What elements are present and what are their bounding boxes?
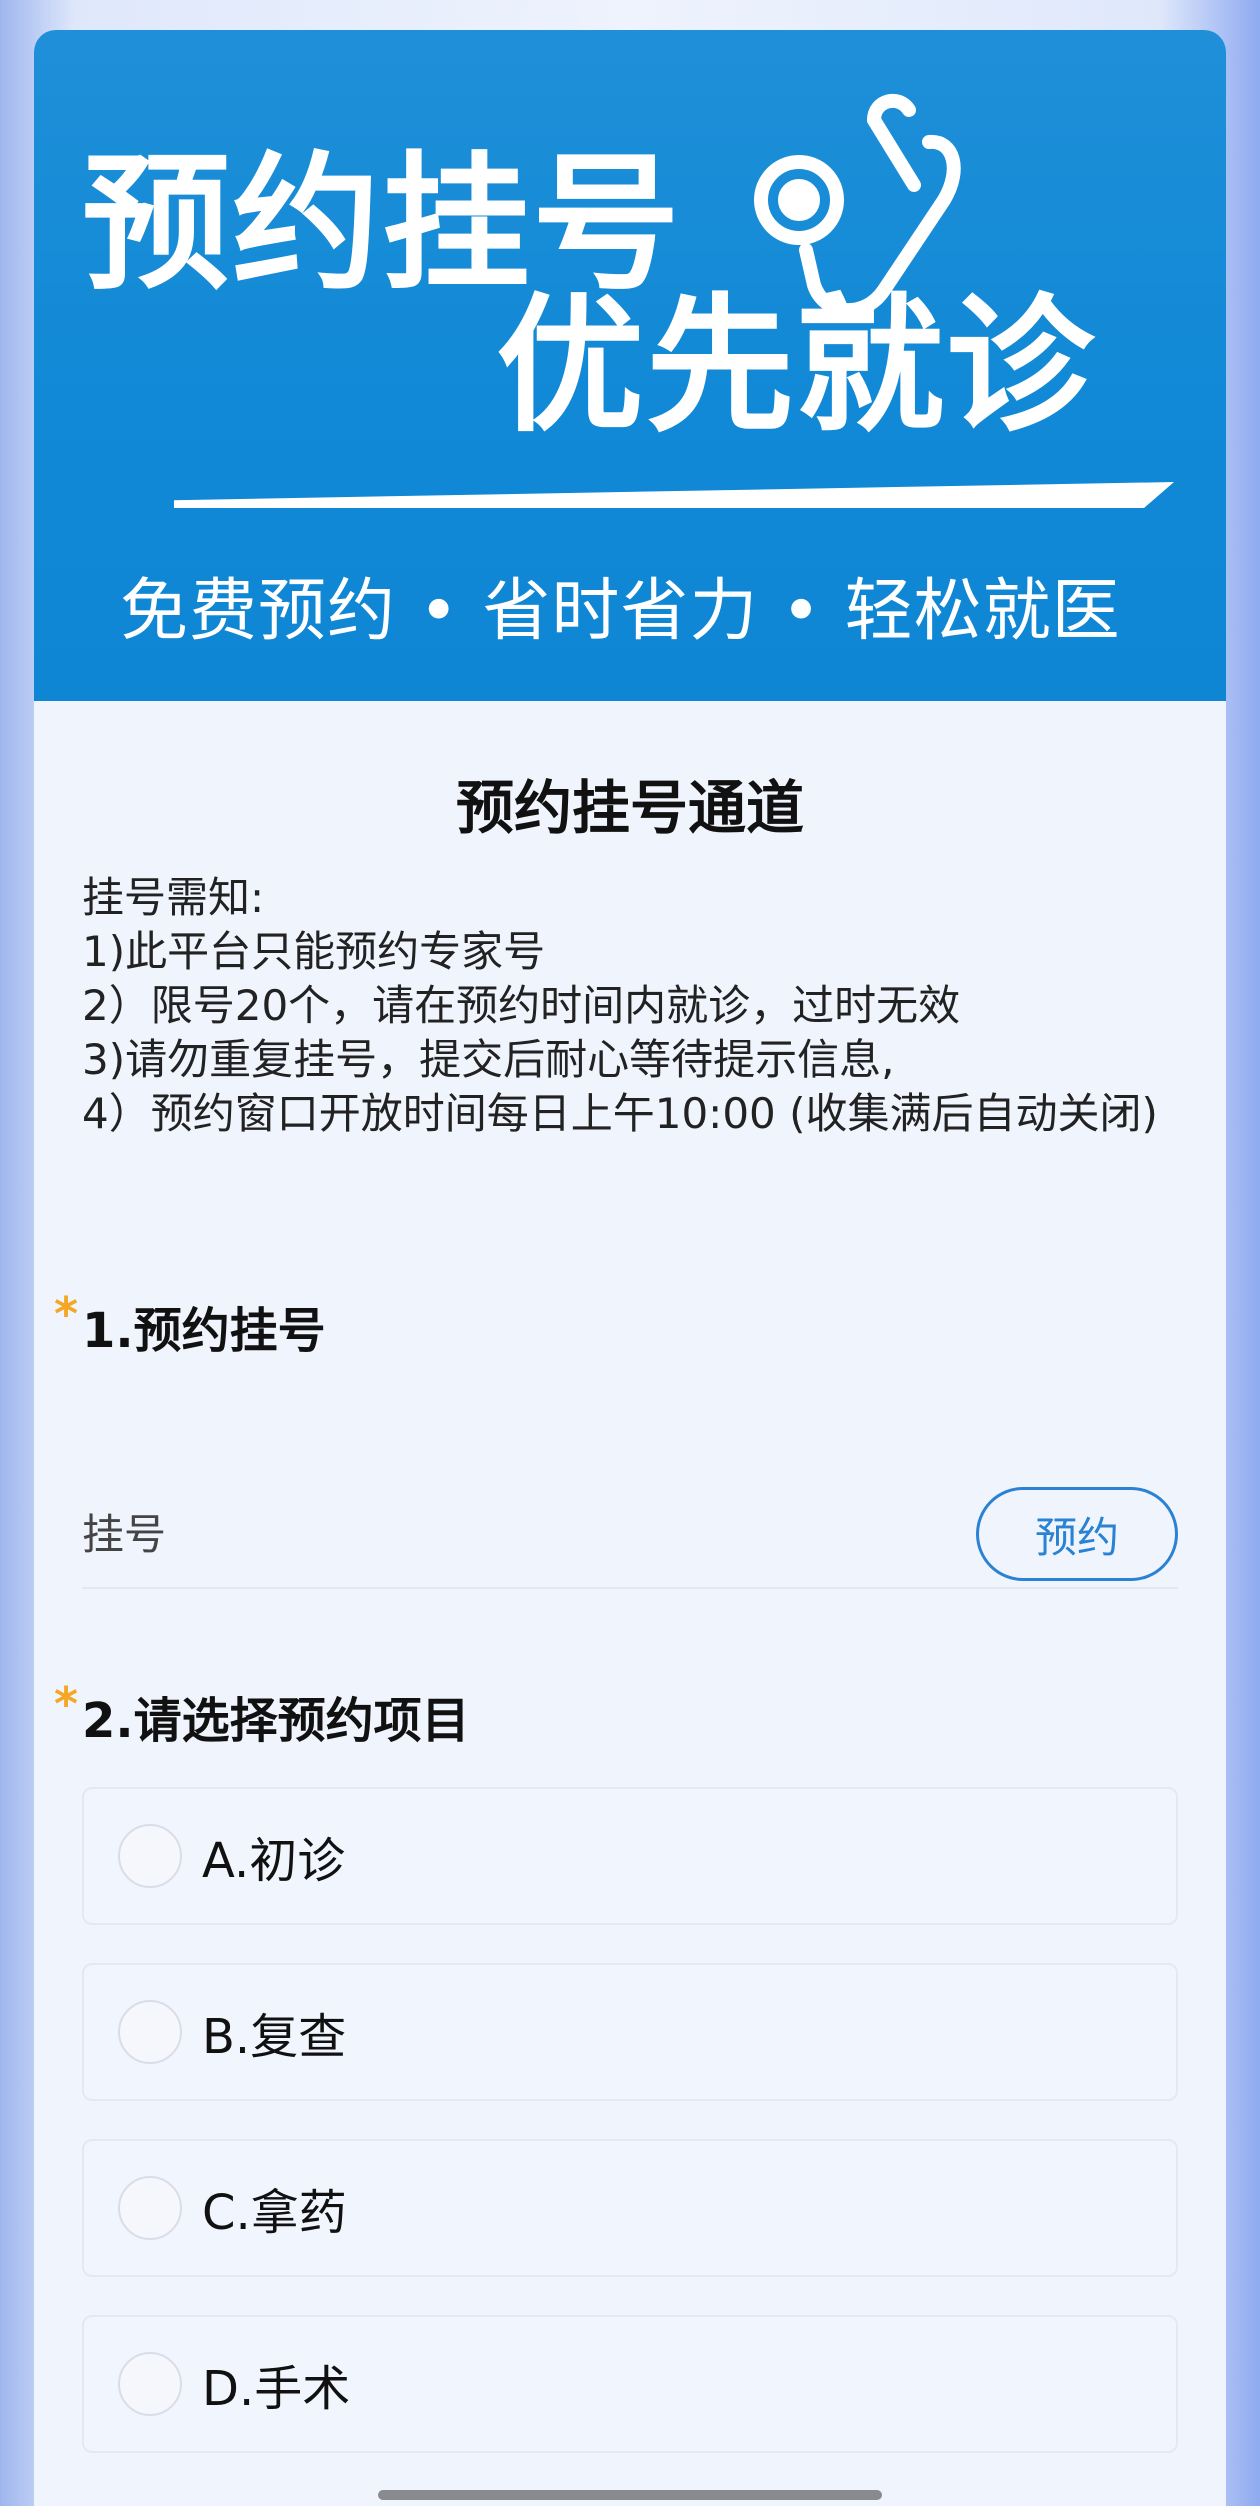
question-2-label: 2.请选择预约项目 [82, 1693, 470, 1749]
radio-button[interactable] [118, 2000, 182, 2064]
page-title: 预约挂号通道 [455, 774, 804, 842]
hero-banner: 预约挂号 优先就诊 免费预约 • 省时省力 • 轻松就医 [34, 30, 1226, 701]
appointment-row: 挂号 预约 [82, 1361, 1178, 1589]
radio-button[interactable] [118, 1824, 182, 1888]
option-d[interactable]: D.手术 [82, 2315, 1178, 2453]
banner-underline [174, 482, 1174, 508]
option-list: A.初诊 B.复查 C.拿药 D.手术 [82, 1787, 1178, 2453]
form-content: 预约挂号通道 挂号需知: 1)此平台只能预约专家号 2）限号20个，请在预约时间… [34, 761, 1226, 2453]
radio-button[interactable] [118, 2352, 182, 2416]
home-indicator[interactable] [378, 2490, 882, 2500]
notice-item: 3)请勿重复挂号，提交后耐心等待提示信息, [82, 1035, 895, 1084]
appoint-button[interactable]: 预约 [976, 1487, 1178, 1581]
form-card: 预约挂号 优先就诊 免费预约 • 省时省力 • 轻松就医 预约挂号通道 挂号需知… [34, 30, 1226, 2506]
option-c[interactable]: C.拿药 [82, 2139, 1178, 2277]
option-label: C.拿药 [202, 2185, 347, 2241]
appointment-row-label: 挂号 [82, 1510, 167, 1559]
radio-button[interactable] [118, 2176, 182, 2240]
banner-headline-1: 预约挂号 [82, 138, 682, 310]
question-1-label: 1.预约挂号 [82, 1303, 326, 1359]
required-star: * [54, 1287, 79, 1341]
option-label: B.复查 [202, 2009, 347, 2065]
question-2-title: * 2.请选择预约项目 [54, 1677, 1178, 1751]
question-1-title: * 1.预约挂号 [54, 1287, 1178, 1361]
notice-item: 4）预约窗口开放时间每日上午10:00 (收集满后自动关闭) [82, 1089, 1158, 1138]
option-a[interactable]: A.初诊 [82, 1787, 1178, 1925]
stethoscope-icon [754, 94, 961, 318]
banner-subtitle: 免费预约 • 省时省力 • 轻松就医 [120, 572, 1121, 651]
option-b[interactable]: B.复查 [82, 1963, 1178, 2101]
notice-block: 挂号需知: 1)此平台只能预约专家号 2）限号20个，请在预约时间内就诊，过时无… [82, 871, 1178, 1141]
notice-item: 1)此平台只能预约专家号 [82, 927, 546, 976]
option-label: A.初诊 [202, 1833, 346, 1889]
notice-item: 2）限号20个，请在预约时间内就诊，过时无效 [82, 981, 961, 1030]
option-label: D.手术 [202, 2361, 351, 2417]
required-star: * [54, 1677, 79, 1731]
notice-heading: 挂号需知: [82, 873, 265, 922]
